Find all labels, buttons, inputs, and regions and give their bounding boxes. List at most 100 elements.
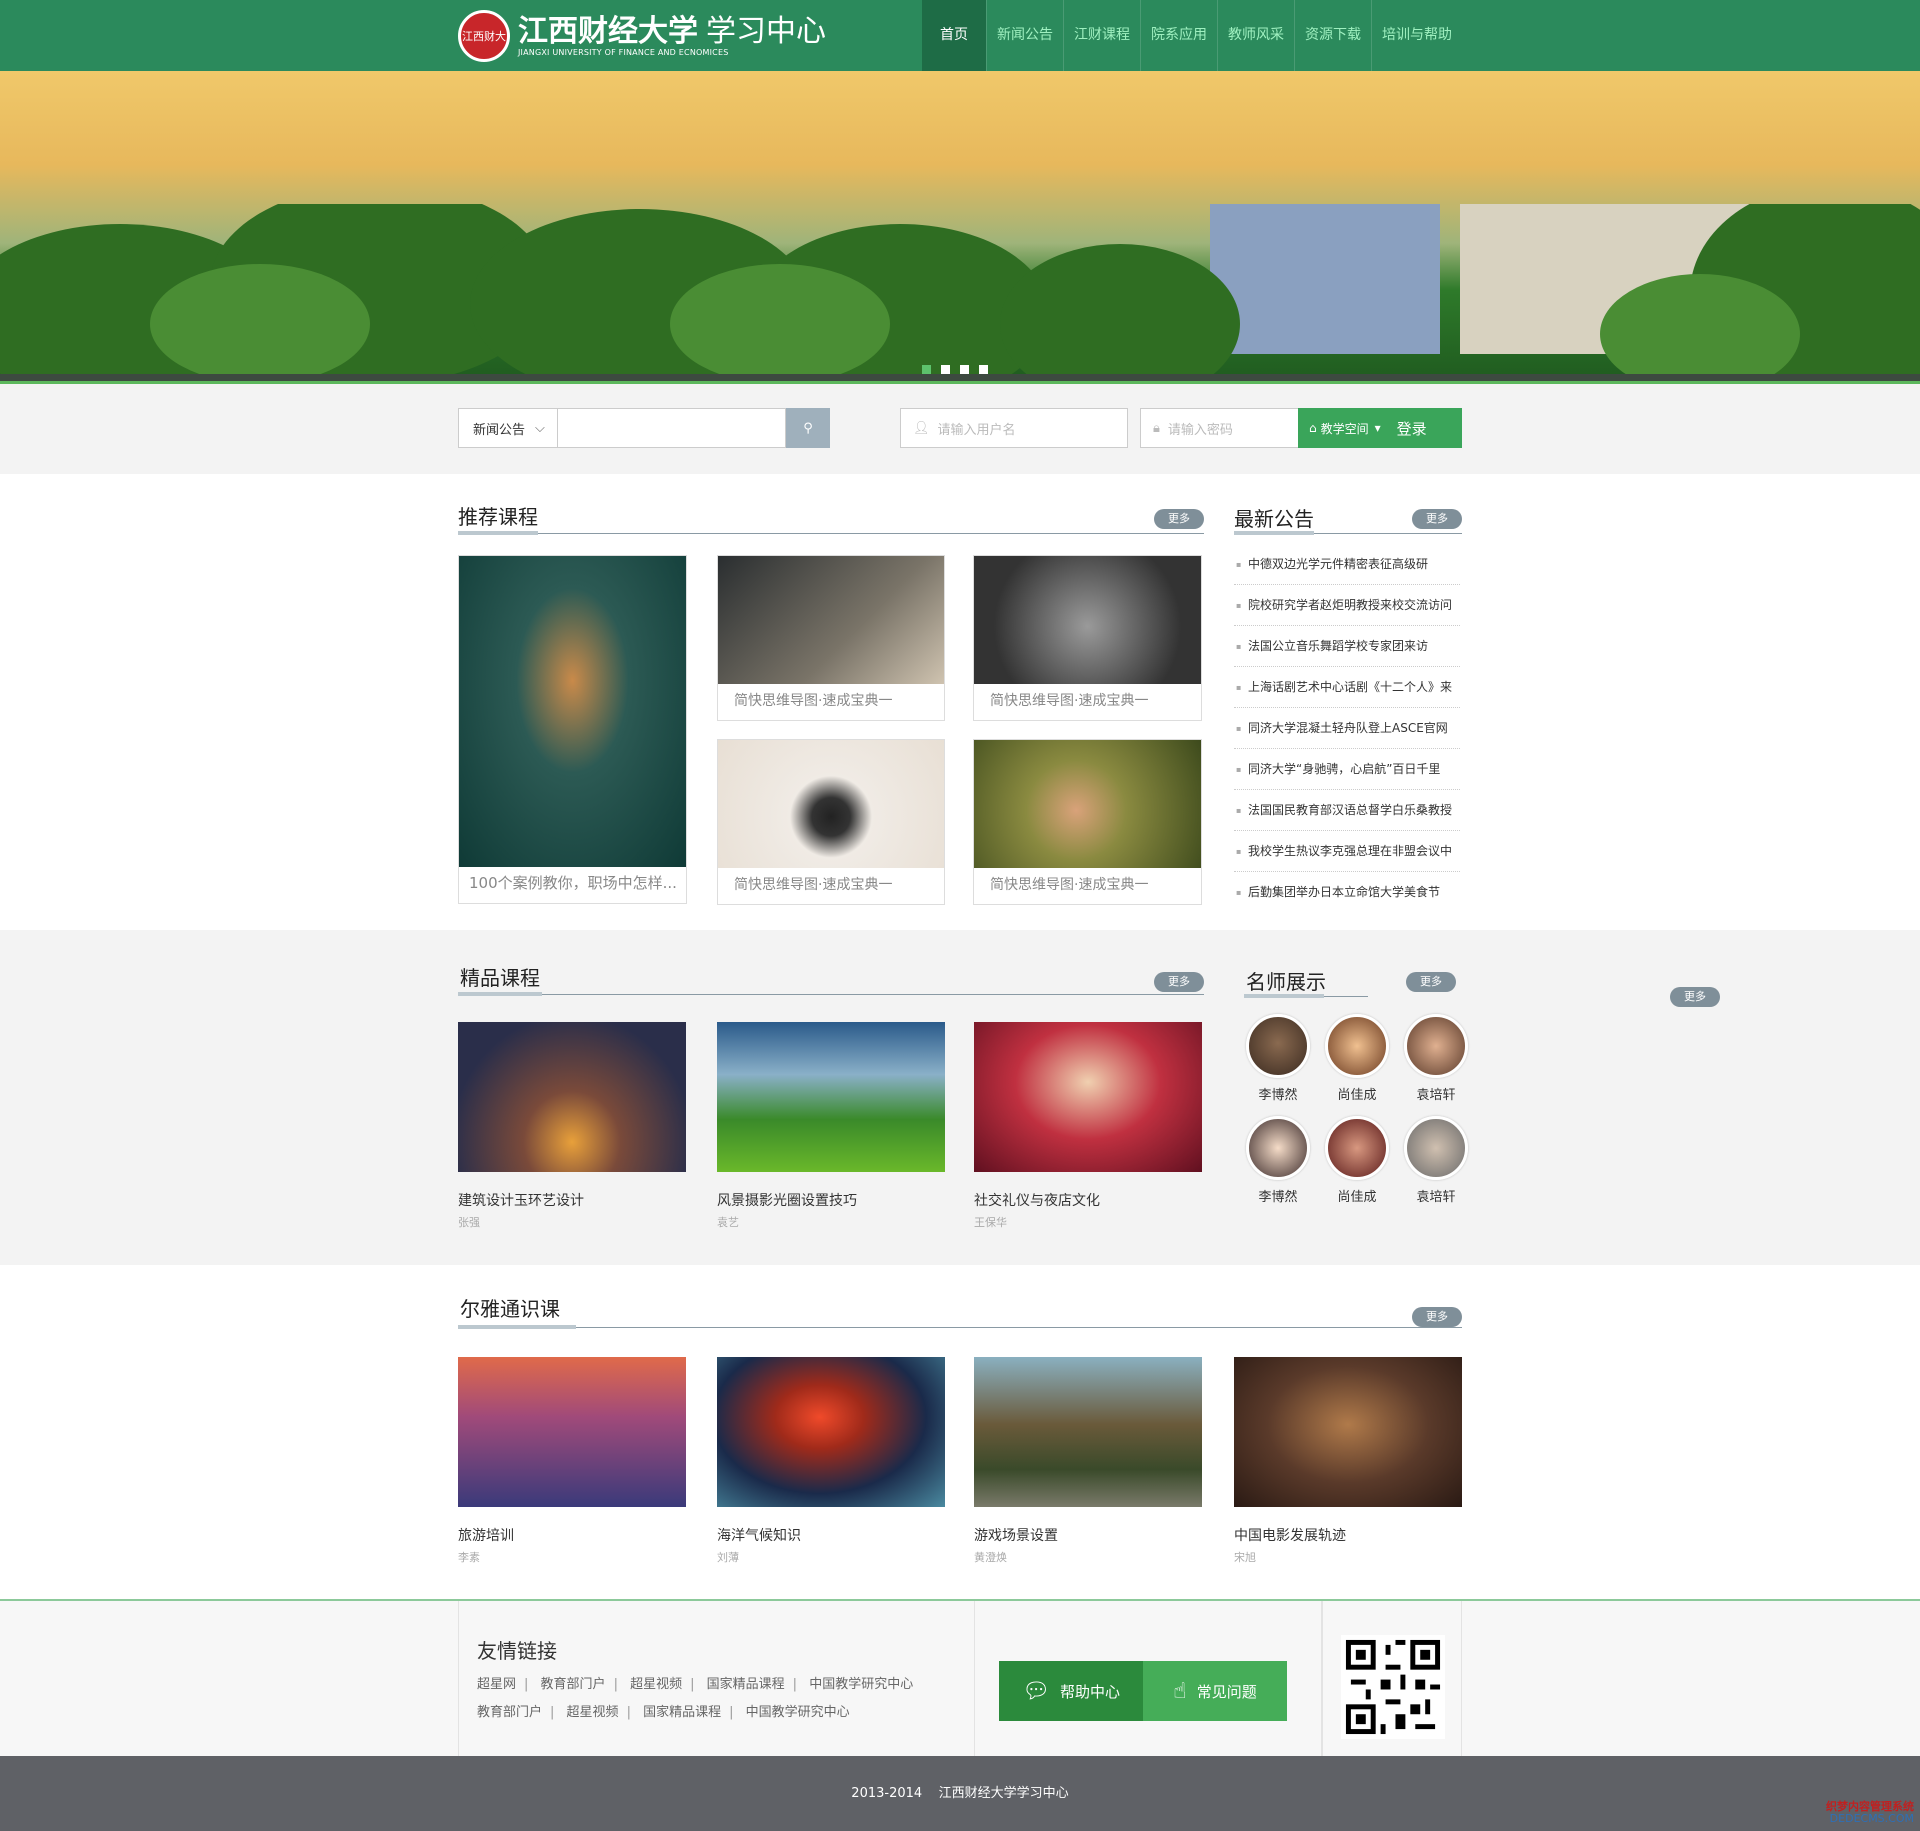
course-card[interactable]: 简快思维导图·速成宝典一 — [717, 555, 945, 721]
nav-downloads[interactable]: 资源下载 — [1294, 0, 1371, 71]
search-icon: ⚲ — [803, 420, 813, 436]
latest-notices: 最新公告 更多 中德双边光学元件精密表征高级研 院校研究学者赵炬明教授来校交流访… — [1234, 475, 1462, 930]
main-nav: 首页 新闻公告 江财课程 院系应用 教师风采 资源下载 培训与帮助 — [922, 0, 1462, 71]
notice-item[interactable]: 同济大学“身驰骋，心启航”百日千里 — [1234, 749, 1460, 790]
teachers-more-button[interactable]: 更多 — [1406, 972, 1456, 992]
teacher-card[interactable]: 尚佳成 — [1325, 1014, 1389, 1103]
friend-link[interactable]: 中国教学研究中心 — [746, 1705, 850, 1720]
university-seal-icon: 江西财大 — [458, 10, 510, 62]
nav-departments[interactable]: 院系应用 — [1140, 0, 1217, 71]
faq-button[interactable]: ☝ 常见问题 — [1143, 1661, 1287, 1721]
avatar — [1246, 1116, 1310, 1180]
course-image — [974, 740, 1201, 868]
friend-link[interactable]: 超星视频 — [567, 1705, 619, 1720]
home-icon: ⌂ — [1309, 421, 1317, 435]
logo-subtitle: 学习中心 — [706, 13, 826, 49]
recommended-title: 推荐课程 — [458, 505, 538, 529]
carousel-dot[interactable] — [941, 365, 950, 374]
username-input[interactable]: 👤︎ 请输入用户名 — [900, 408, 1128, 448]
teachers-more-button-outer[interactable]: 更多 — [1670, 987, 1720, 1007]
notice-item[interactable]: 院校研究学者赵炬明教授来校交流访问 — [1234, 585, 1460, 626]
notice-item[interactable]: 同济大学混凝土轻舟队登上ASCE官网 — [1234, 708, 1460, 749]
course-image — [718, 556, 944, 684]
teaching-space-button[interactable]: ⌂ 教学空间 ▾ 登录 — [1298, 408, 1462, 448]
carousel-dots — [922, 365, 988, 374]
friend-link[interactable]: 教育部门户 — [477, 1705, 542, 1720]
teacher-card[interactable]: 李博然 — [1246, 1116, 1310, 1205]
friend-link[interactable]: 超星视频 — [630, 1677, 682, 1692]
course-card-featured[interactable]: 100个案例教你，职场中怎样... — [458, 555, 687, 904]
recommended-more-button[interactable]: 更多 — [1154, 509, 1204, 529]
teacher-card[interactable]: 尚佳成 — [1325, 1116, 1389, 1205]
nav-teachers[interactable]: 教师风采 — [1217, 0, 1294, 71]
carousel-dot[interactable] — [979, 365, 988, 374]
course-card[interactable]: 简快思维导图·速成宝典一 — [717, 739, 945, 905]
friend-link[interactable]: 中国教学研究中心 — [809, 1677, 913, 1692]
copyright-text: 2013-2014 江西财经大学学习中心 — [851, 1786, 1069, 1801]
notices-more-button[interactable]: 更多 — [1412, 509, 1462, 529]
friend-links-title: 友情链接 — [477, 1639, 557, 1663]
carousel-dot[interactable] — [960, 365, 969, 374]
notice-item[interactable]: 中德双边光学元件精密表征高级研 — [1234, 544, 1460, 585]
search-bar: 新闻公告 ⌵ ⚲ 👤︎ 请输入用户名 🔒︎ 请输入密码 ⌂ 教学空间 ▾ 登录 — [0, 384, 1920, 474]
nav-training[interactable]: 培训与帮助 — [1371, 0, 1462, 71]
help-center-button[interactable]: 💬︎ 帮助中心 — [999, 1661, 1143, 1721]
notice-item[interactable]: 上海话剧艺术中心话剧《十二个人》来 — [1234, 667, 1460, 708]
nav-home[interactable]: 首页 — [922, 0, 986, 71]
search-category-select[interactable]: 新闻公告 ⌵ — [458, 408, 558, 448]
course-image — [974, 556, 1201, 684]
friend-links: 友情链接 超星网 | 教育部门户 | 超星视频 | 国家精品课程 | 中国教学研究中心 … — [458, 1601, 974, 1756]
site-logo[interactable]: 江西财大 江西财经大学 学习中心 JIANGXI UNIVERSITY OF FI… — [458, 9, 826, 63]
avatar — [1404, 1014, 1468, 1078]
nav-courses[interactable]: 江财课程 — [1063, 0, 1140, 71]
friend-link[interactable]: 超星网 — [477, 1677, 516, 1692]
hero-banner[interactable] — [0, 71, 1920, 384]
chat-icon: 💬︎ — [1022, 1678, 1050, 1704]
liberal-course-card[interactable]: 游戏场景设置 黄澄焕 — [974, 1357, 1202, 1565]
caret-down-icon: ▾ — [1374, 421, 1381, 435]
liberal-course-card[interactable]: 中国电影发展轨迹 宋旭 — [1234, 1357, 1462, 1565]
site-footer: 友情链接 超星网 | 教育部门户 | 超星视频 | 国家精品课程 | 中国教学研究中心 … — [0, 1599, 1920, 1756]
premium-section: 精品课程 更多 建筑设计玉环艺设计 张强 风景摄影光圈设置技巧 袁艺 社交礼仪与… — [0, 930, 1920, 1265]
teacher-card[interactable]: 李博然 — [1246, 1014, 1310, 1103]
premium-course-card[interactable]: 社交礼仪与夜店文化 王保华 — [974, 1022, 1202, 1230]
course-image — [974, 1357, 1202, 1507]
lock-icon: 🔒︎ — [1153, 420, 1160, 436]
watermark: 织梦内容管理系统 DEDECMS.COM — [1826, 1800, 1914, 1825]
notice-item[interactable]: 后勤集团举办日本立命馆大学美食节 — [1234, 872, 1460, 913]
search-input[interactable] — [558, 408, 786, 448]
friend-link[interactable]: 教育部门户 — [541, 1677, 606, 1692]
liberal-more-button[interactable]: 更多 — [1412, 1307, 1462, 1327]
notice-item[interactable]: 法国国民教育部汉语总督学白乐桑教授 — [1234, 790, 1460, 831]
teachers-title: 名师展示 — [1246, 970, 1326, 994]
course-card[interactable]: 简快思维导图·速成宝典一 — [973, 555, 1202, 721]
course-image — [718, 740, 944, 868]
nav-news[interactable]: 新闻公告 — [986, 0, 1063, 71]
notice-item[interactable]: 法国公立音乐舞蹈学校专家团来访 — [1234, 626, 1460, 667]
teacher-card[interactable]: 袁培轩 — [1404, 1014, 1468, 1103]
login-button[interactable]: 登录 — [1397, 418, 1427, 439]
user-icon: 👤︎ — [913, 420, 930, 436]
notices-title: 最新公告 — [1234, 507, 1314, 531]
course-image — [458, 1357, 686, 1507]
premium-course-card[interactable]: 建筑设计玉环艺设计 张强 — [458, 1022, 686, 1230]
carousel-dot[interactable] — [922, 365, 931, 374]
password-input[interactable]: 🔒︎ 请输入密码 — [1140, 408, 1300, 448]
teacher-showcase: 名师展示 更多 李博然 尚佳成 袁培轩 李博然 尚佳成 袁培轩 — [1234, 930, 1468, 1265]
liberal-course-card[interactable]: 旅游培训 李素 — [458, 1357, 686, 1565]
notice-item[interactable]: 我校学生热议李克强总理在非盟会议中 — [1234, 831, 1460, 872]
liberal-course-card[interactable]: 海洋气候知识 刘薄 — [717, 1357, 945, 1565]
logo-university-name: 江西财经大学 — [518, 13, 698, 49]
course-card[interactable]: 简快思维导图·速成宝典一 — [973, 739, 1202, 905]
avatar — [1404, 1116, 1468, 1180]
premium-course-card[interactable]: 风景摄影光圈设置技巧 袁艺 — [717, 1022, 945, 1230]
premium-more-button[interactable]: 更多 — [1154, 972, 1204, 992]
site-header: 江西财大 江西财经大学 学习中心 JIANGXI UNIVERSITY OF FI… — [0, 0, 1920, 71]
recommended-section: 推荐课程 更多 100个案例教你，职场中怎样... 简快思维导图·速成宝典一 简… — [0, 475, 1920, 930]
avatar — [1325, 1116, 1389, 1180]
search-button[interactable]: ⚲ — [786, 408, 830, 448]
friend-link[interactable]: 国家精品课程 — [643, 1705, 721, 1720]
teacher-card[interactable]: 袁培轩 — [1404, 1116, 1468, 1205]
course-image — [974, 1022, 1202, 1172]
friend-link[interactable]: 国家精品课程 — [707, 1677, 785, 1692]
